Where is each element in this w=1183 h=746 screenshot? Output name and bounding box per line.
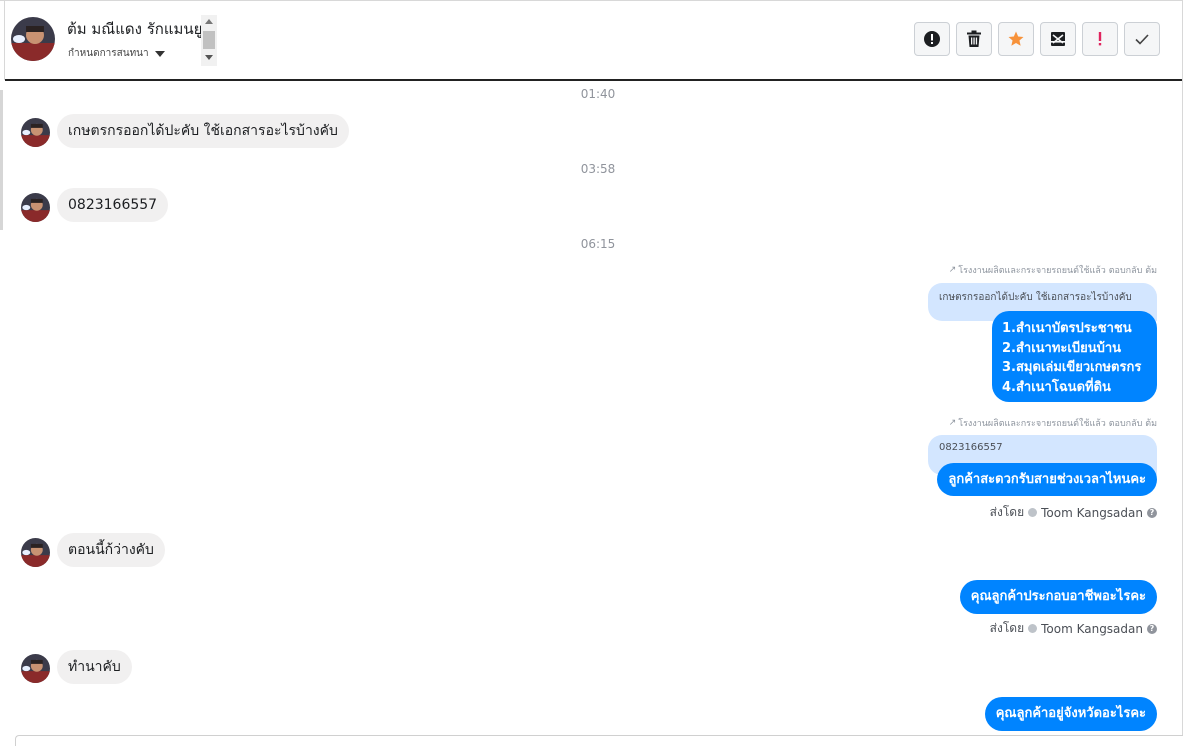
check-icon — [1135, 34, 1149, 45]
timestamp: 03:58 — [580, 162, 616, 176]
incoming-message[interactable]: เกษตรกรออกได้ปะคับ ใช้เอกสารอะไรบ้างคับ — [57, 114, 349, 148]
sent-by: ส่งโดย Toom Kangsadan ? — [990, 503, 1157, 522]
verified-icon — [1028, 624, 1038, 633]
trash-icon — [967, 30, 981, 47]
star-icon — [1008, 31, 1024, 46]
sender-avatar[interactable] — [21, 538, 50, 567]
list-item: 3.สมุดเล่มเขียวเกษตรกร — [1002, 360, 1142, 375]
verified-icon — [1028, 508, 1038, 517]
sender-avatar[interactable] — [21, 118, 50, 147]
list-item: 4.สำเนาโฉนดที่ดิน — [1002, 379, 1111, 395]
timestamp: 01:40 — [580, 87, 616, 101]
timestamp: 06:15 — [580, 237, 616, 251]
sent-by-label: ส่งโดย — [989, 621, 1025, 635]
sent-by: ส่งโดย Toom Kangsadan ? — [990, 619, 1157, 638]
reply-arrow-icon: ↗ — [948, 265, 957, 275]
chat-scrollbar[interactable] — [0, 90, 3, 230]
reply-note-text: โรงงานผลิตและกระจายรถยนต์ใช้แล้ว ตอบกลับ… — [958, 419, 1157, 429]
outgoing-message-list[interactable]: 1.สำเนาบัตรประชาชน 2.สำเนาทะเบียนบ้าน 3.… — [992, 311, 1157, 402]
incoming-message[interactable]: ทำนาคับ — [57, 650, 132, 684]
caret-down-icon — [154, 50, 165, 57]
header-divider — [5, 79, 1182, 81]
outgoing-message[interactable]: ลูกค้าสะดวกรับสายช่วงเวลาไหนคะ — [937, 463, 1157, 496]
spam-button[interactable] — [914, 22, 950, 56]
header-scrollbar[interactable] — [201, 15, 217, 66]
contact-name[interactable]: ต้ม มณีแดง รักแมนยู — [67, 17, 201, 41]
scroll-up-icon[interactable] — [205, 19, 213, 24]
mark-unread-button[interactable] — [1040, 22, 1076, 56]
scroll-thumb[interactable] — [203, 31, 215, 49]
reply-note: ↗ โรงงานผลิตและกระจายรถยนต์ใช้แล้ว ตอบกล… — [949, 263, 1157, 277]
assign-label: กำหนดการสนทนา — [68, 48, 149, 59]
sent-by-label: ส่งโดย — [989, 505, 1025, 519]
sender-name: Toom Kangsadan — [1041, 621, 1143, 636]
exclamation-icon — [1098, 32, 1102, 46]
reply-note-text: โรงงานผลิตและกระจายรถยนต์ใช้แล้ว ตอบกลับ… — [958, 266, 1157, 276]
reply-note: ↗ โรงงานผลิตและกระจายรถยนต์ใช้แล้ว ตอบกล… — [949, 416, 1157, 430]
reply-arrow-icon: ↗ — [948, 418, 957, 428]
star-button[interactable] — [998, 22, 1034, 56]
incoming-message[interactable]: 0823166557 — [57, 188, 169, 222]
done-button[interactable] — [1124, 22, 1160, 56]
outgoing-message[interactable]: คุณลูกค้าประกอบอาชีพอะไรคะ — [959, 580, 1157, 614]
important-button[interactable] — [1082, 22, 1118, 56]
list-item: 1.สำเนาบัตรประชาชน — [1002, 321, 1132, 336]
sender-name: Toom Kangsadan — [1041, 505, 1143, 520]
sender-avatar[interactable] — [21, 193, 50, 222]
help-icon[interactable]: ? — [1147, 507, 1157, 518]
delete-button[interactable] — [956, 22, 992, 56]
scroll-down-icon[interactable] — [205, 55, 213, 60]
contact-avatar[interactable] — [11, 17, 55, 61]
outgoing-message[interactable]: คุณลูกค้าอยู่จังหวัดอะไรคะ — [984, 697, 1157, 731]
incoming-message[interactable]: ตอนนี้ก้ว่างคับ — [57, 533, 165, 567]
sender-avatar[interactable] — [21, 654, 50, 683]
envelope-x-icon — [1051, 32, 1065, 46]
list-item: 2.สำเนาทะเบียนบ้าน — [1002, 340, 1122, 356]
assign-conversation-dropdown[interactable]: กำหนดการสนทนา — [68, 46, 165, 61]
conversation-toolbar — [914, 22, 1160, 56]
help-icon[interactable]: ? — [1147, 623, 1157, 634]
alert-circle-icon — [924, 31, 940, 47]
